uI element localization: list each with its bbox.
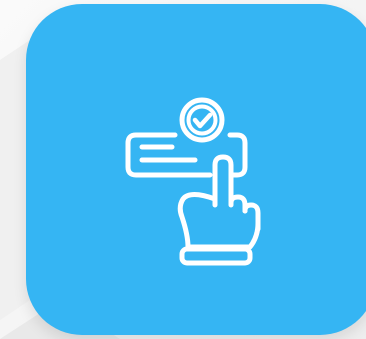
tap-to-confirm-icon: [120, 95, 270, 275]
app-icon-canvas: [0, 0, 366, 339]
checkmark-badge-icon: [179, 97, 225, 143]
text-field-icon: [125, 132, 248, 178]
